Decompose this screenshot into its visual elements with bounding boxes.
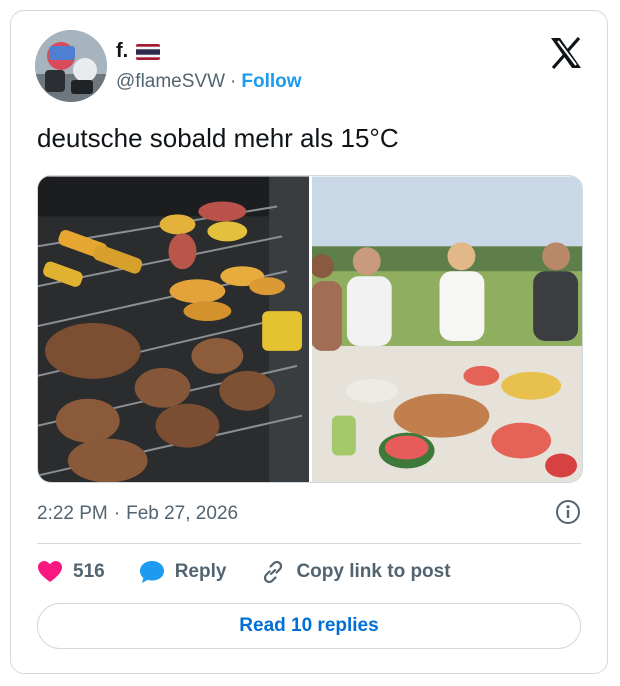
copy-link-button[interactable]: Copy link to post bbox=[260, 559, 451, 585]
reply-label: Reply bbox=[174, 561, 227, 582]
follow-button[interactable]: Follow bbox=[241, 71, 301, 93]
tweet-text: deutsche sobald mehr als 15°C bbox=[37, 123, 399, 153]
author-name[interactable]: f. bbox=[116, 40, 128, 63]
tweet-date: Feb 27, 2026 bbox=[126, 503, 239, 524]
author-handle[interactable]: @flameSVW bbox=[116, 71, 225, 93]
reply-button[interactable]: Reply bbox=[139, 560, 227, 584]
x-logo-icon[interactable] bbox=[549, 37, 583, 69]
grill-photo[interactable] bbox=[38, 176, 309, 483]
link-icon bbox=[264, 560, 283, 584]
tweet-time: 2:22 PM bbox=[37, 503, 108, 524]
timestamp[interactable]: 2:22 PM · Feb 27, 2026 bbox=[37, 503, 238, 525]
read-replies-button[interactable]: Read 10 replies bbox=[37, 603, 581, 649]
picnic-photo[interactable] bbox=[311, 176, 582, 483]
heart-icon bbox=[38, 561, 62, 582]
reply-bubble-icon bbox=[139, 561, 164, 583]
tweet-card: f. @flameSVW · Follow deutsche sobald me… bbox=[10, 10, 608, 674]
info-icon[interactable] bbox=[555, 499, 581, 525]
thailand-flag-icon bbox=[136, 43, 161, 60]
like-count: 516 bbox=[73, 561, 105, 582]
tweet-media[interactable] bbox=[37, 175, 583, 483]
like-button[interactable]: 516 bbox=[37, 560, 105, 584]
separator-dot: · bbox=[113, 503, 121, 524]
separator-dot: · bbox=[230, 71, 237, 92]
divider bbox=[37, 543, 581, 544]
avatar[interactable] bbox=[35, 30, 107, 102]
copy-link-label: Copy link to post bbox=[296, 561, 451, 582]
